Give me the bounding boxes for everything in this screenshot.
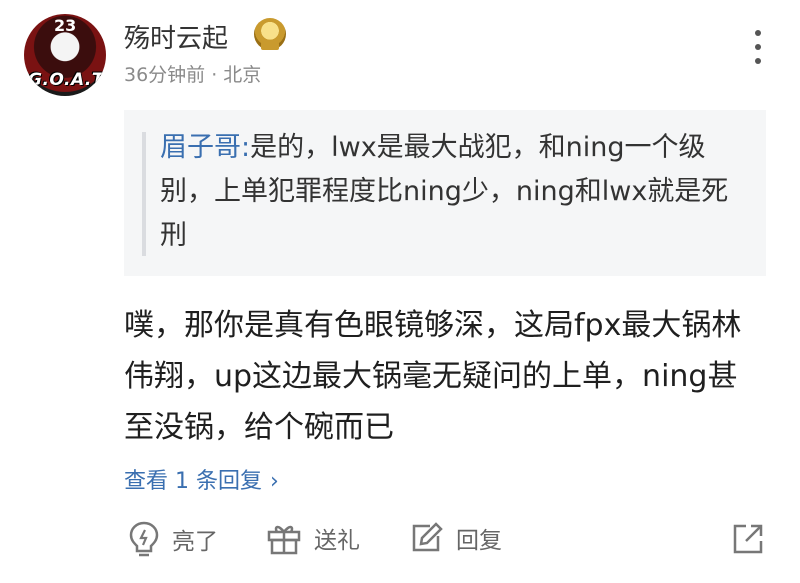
gift-label: 送礼 — [314, 528, 360, 554]
quoted-comment: 眉子哥:是的，lwx是最大战犯，和ning一个级别，上单犯罪程度比ning少，n… — [124, 110, 766, 276]
gift-button[interactable]: 送礼 — [266, 520, 360, 556]
view-replies-link[interactable]: 查看 1 条回复 › — [124, 463, 279, 495]
avatar-text: G.O.A.T — [28, 70, 104, 90]
quote-author[interactable]: 眉子哥: — [160, 132, 250, 163]
quote-text: 眉子哥:是的，lwx是最大战犯，和ning一个级别，上单犯罪程度比ning少，n… — [160, 126, 750, 258]
view-replies-label: 查看 1 条回复 — [124, 469, 262, 494]
more-icon[interactable] — [748, 30, 768, 74]
reply-label: 回复 — [456, 528, 502, 554]
gift-icon — [267, 525, 301, 555]
edit-icon — [412, 522, 443, 552]
like-label: 亮了 — [172, 529, 218, 555]
reply-button[interactable]: 回复 — [408, 520, 502, 556]
avatar[interactable]: 23 G.O.A.T — [24, 14, 106, 96]
share-icon — [733, 524, 763, 554]
share-button[interactable] — [730, 521, 766, 561]
quote-bar — [142, 132, 146, 256]
username[interactable]: 殇时云起 — [124, 18, 228, 55]
like-button[interactable]: 亮了 — [128, 520, 218, 558]
comment-body: 噗，那你是真有色眼镜够深，这局fpx最大锅林伟翔，up这边最大锅毫无疑问的上单，… — [124, 308, 742, 445]
avatar-number: 23 — [54, 16, 77, 35]
lightbulb-icon — [129, 521, 159, 557]
badge-icon — [254, 18, 286, 50]
chevron-right-icon: › — [269, 469, 279, 494]
comment-meta: 36分钟前 · 北京 — [124, 64, 262, 86]
